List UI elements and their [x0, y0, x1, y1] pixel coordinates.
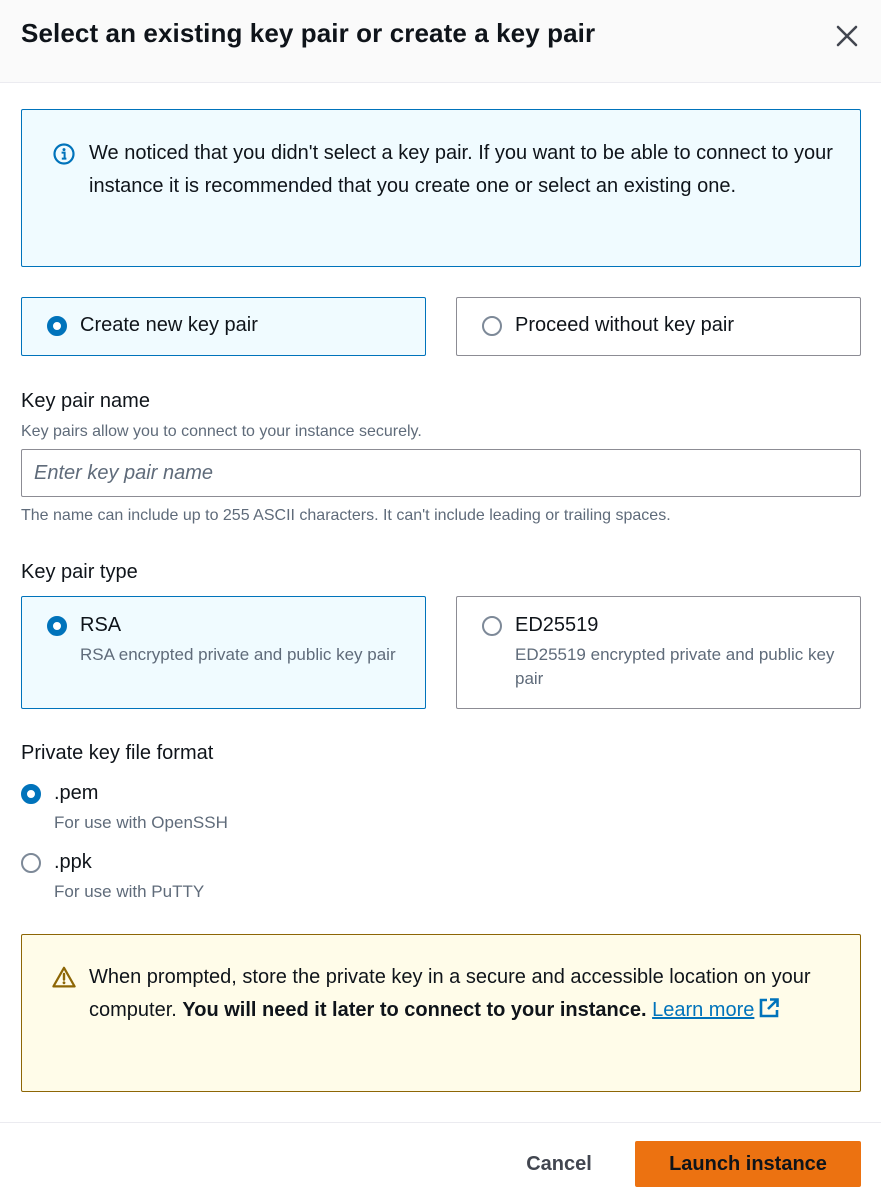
learn-more-link[interactable]: Learn more: [652, 998, 780, 1021]
tile-label: Proceed without key pair: [515, 314, 735, 336]
key-pair-type-label: Key pair type: [21, 561, 138, 583]
radio-label-pem[interactable]: .pem: [54, 782, 98, 805]
radio-label-ppk[interactable]: .ppk: [54, 851, 92, 874]
modal-footer: Cancel Launch instance: [0, 1122, 881, 1200]
close-icon: [836, 25, 858, 47]
info-icon: [53, 143, 75, 165]
modal-title: Select an existing key pair or create a …: [21, 18, 596, 48]
tile-create-new-key-pair[interactable]: Create new key pair: [21, 297, 426, 356]
key-pair-name-input[interactable]: [21, 449, 861, 497]
cancel-button[interactable]: Cancel: [507, 1141, 611, 1187]
tile-rsa[interactable]: RSA RSA encrypted private and public key…: [21, 596, 426, 709]
radio-desc-pem: For use with OpenSSH: [54, 813, 228, 832]
key-pair-name-label: Key pair name: [21, 390, 150, 412]
external-link-icon: [760, 998, 780, 1018]
launch-instance-button[interactable]: Launch instance: [635, 1141, 861, 1187]
radio-ed25519[interactable]: [482, 616, 502, 636]
info-alert: We noticed that you didn't select a key …: [21, 109, 861, 267]
radio-desc-ppk: For use with PuTTY: [54, 882, 205, 901]
modal-header: Select an existing key pair or create a …: [0, 0, 881, 83]
tile-desc-ed25519: ED25519 encrypted private and public key…: [515, 645, 835, 688]
key-pair-name-description: Key pairs allow you to connect to your i…: [21, 423, 422, 440]
radio-ppk[interactable]: [21, 853, 41, 873]
key-pair-modal: Select an existing key pair or create a …: [0, 0, 881, 1200]
warning-icon: [52, 966, 76, 988]
tile-label-rsa: RSA: [80, 614, 122, 636]
tile-proceed-without-key-pair[interactable]: Proceed without key pair: [456, 297, 861, 356]
radio-rsa[interactable]: [47, 616, 67, 636]
warning-bold-text: You will need it later to connect to you…: [182, 999, 647, 1021]
info-alert-text: We noticed that you didn't select a key …: [89, 142, 833, 197]
tile-label-ed25519: ED25519: [515, 614, 599, 636]
warning-alert: When prompted, store the private key in …: [21, 934, 861, 1092]
warning-alert-text: When prompted, store the private key in …: [89, 961, 834, 1027]
radio-pem[interactable]: [21, 784, 41, 804]
tile-ed25519[interactable]: ED25519 ED25519 encrypted private and pu…: [456, 596, 861, 709]
close-button[interactable]: [830, 19, 864, 53]
radio-proceed-without-key-pair[interactable]: [482, 316, 502, 336]
key-pair-name-constraint: The name can include up to 255 ASCII cha…: [21, 507, 671, 524]
tile-label: Create new key pair: [80, 314, 258, 336]
learn-more-label[interactable]: Learn more: [652, 999, 754, 1021]
radio-create-new-key-pair[interactable]: [47, 316, 67, 336]
tile-desc-rsa: RSA encrypted private and public key pai…: [80, 645, 396, 664]
private-key-format-label: Private key file format: [21, 742, 214, 764]
